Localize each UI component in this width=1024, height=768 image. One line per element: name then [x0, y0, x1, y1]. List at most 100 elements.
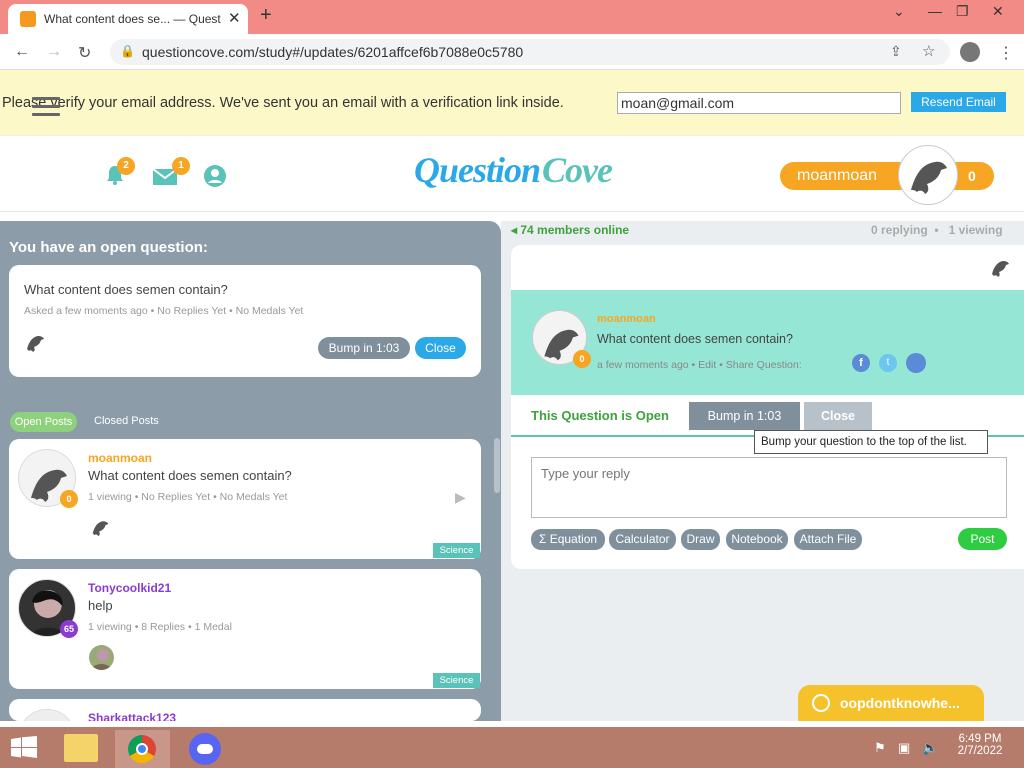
header-avatar[interactable] — [898, 145, 958, 205]
bump-tooltip: Bump your question to the top of the lis… — [754, 430, 988, 454]
network-icon[interactable]: ▣ — [898, 740, 910, 756]
tab-open-posts[interactable]: Open Posts — [10, 412, 77, 432]
calculator-button[interactable]: Calculator — [609, 529, 676, 550]
replier-avatar — [89, 645, 114, 670]
post-author[interactable]: Sharkattack123 — [88, 711, 176, 721]
facebook-share-icon[interactable]: f — [852, 354, 870, 372]
taskbar-clock[interactable]: 6:49 PM 2/7/2022 — [950, 733, 1010, 757]
restore-icon[interactable]: ❐ — [956, 3, 969, 20]
email-field[interactable] — [617, 92, 901, 114]
chrome-icon — [128, 735, 156, 763]
question-text: What content does semen contain? — [597, 332, 793, 346]
chat-link-icon — [812, 694, 830, 712]
post-text: help — [88, 598, 113, 613]
browser-menu-icon[interactable]: ⋮ — [998, 43, 1014, 63]
open-question-text: What content does semen contain? — [24, 282, 228, 297]
attach-file-button[interactable]: Attach File — [794, 529, 862, 550]
lock-icon: 🔒 — [120, 44, 135, 58]
messages-badge: 1 — [172, 157, 190, 175]
bump-button[interactable]: Bump in 1:03 — [318, 337, 410, 359]
draw-button[interactable]: Draw — [681, 529, 720, 550]
post-meta: 1 viewing • No Replies Yet • No Medals Y… — [88, 491, 288, 503]
questioncove-logo[interactable]: Question Cove — [414, 146, 614, 196]
post-text: What content does semen contain? — [88, 468, 292, 483]
question-header: 0 moanmoan What content does semen conta… — [511, 290, 1024, 395]
viewing-count: 1 viewing — [948, 223, 1003, 237]
dolphin-avatar-icon — [23, 327, 49, 353]
notifications-badge: 2 — [117, 157, 135, 175]
flag-icon[interactable]: ⚑ — [874, 740, 886, 756]
file-explorer-icon[interactable] — [64, 734, 98, 762]
replying-count: 0 replying — [871, 223, 928, 237]
svg-text:Question: Question — [414, 150, 540, 190]
clock-date: 2/7/2022 — [957, 745, 1003, 757]
verify-message: Please verify your email address. We've … — [2, 95, 564, 111]
questioncove-favicon-icon — [20, 11, 36, 27]
post-card[interactable]: Sharkattack123 — [9, 699, 481, 721]
profile-user-icon[interactable] — [203, 164, 227, 188]
verify-email-banner: Please verify your email address. We've … — [0, 70, 1024, 136]
svg-text:Cove: Cove — [542, 150, 613, 190]
post-subject-tag: Science — [433, 543, 480, 558]
post-reply-button[interactable]: Post — [958, 528, 1007, 550]
post-avatar — [18, 709, 76, 721]
question-level-badge: 0 — [573, 350, 591, 368]
post-card[interactable]: 65 Tonycoolkid21 help 1 viewing • 8 Repl… — [9, 569, 481, 689]
question-status: This Question is Open — [531, 408, 669, 423]
equation-button[interactable]: Σ Equation — [531, 529, 605, 550]
reload-icon[interactable]: ↻ — [78, 43, 91, 63]
post-level-badge: 65 — [60, 620, 78, 638]
bump-question-button[interactable]: Bump in 1:03 — [689, 402, 800, 430]
hamburger-menu-icon[interactable] — [32, 97, 60, 119]
chrome-taskbar-item[interactable] — [115, 730, 170, 768]
open-question-meta: Asked a few moments ago • No Replies Yet… — [24, 305, 304, 317]
members-online[interactable]: ◂ 74 members online — [511, 223, 629, 237]
share-users-icon[interactable] — [906, 353, 926, 373]
activity-status: 0 replying • 1 viewing — [871, 223, 1003, 237]
post-author[interactable]: Tonycoolkid21 — [88, 581, 171, 595]
clock-time: 6:49 PM — [958, 733, 1002, 745]
members-online-text: 74 members online — [520, 223, 630, 237]
post-card[interactable]: 0 moanmoan What content does semen conta… — [9, 439, 481, 559]
post-meta: 1 viewing • 8 Replies • 1 Medal — [88, 621, 232, 633]
question-meta: a few moments ago • Edit • Share Questio… — [597, 359, 802, 371]
new-tab-icon[interactable]: + — [260, 4, 272, 27]
user-pill[interactable]: moanmoan 0 — [780, 162, 994, 190]
volume-muted-icon[interactable]: 🔈 — [922, 740, 938, 756]
tab-search-chevron-icon[interactable]: ⌄ — [893, 3, 905, 20]
forward-icon[interactable]: → — [46, 43, 62, 61]
close-tab-icon[interactable]: ✕ — [228, 9, 241, 27]
close-question-button[interactable]: Close — [804, 402, 872, 430]
open-question-heading: You have an open question: — [9, 239, 208, 256]
browser-tab[interactable]: What content does se... — Quest ✕ — [8, 4, 248, 34]
chat-name: oopdontknowhe... — [840, 695, 960, 711]
dolphin-avatar-icon — [988, 252, 1014, 278]
dolphin-avatar-icon — [89, 513, 113, 537]
notebook-button[interactable]: Notebook — [726, 529, 788, 550]
close-question-button[interactable]: Close — [415, 337, 466, 359]
chat-tab[interactable]: oopdontknowhe... — [798, 685, 984, 721]
header-username: moanmoan — [797, 167, 878, 184]
question-author[interactable]: moanmoan — [597, 313, 656, 325]
open-question-card[interactable]: What content does semen contain? Asked a… — [9, 265, 481, 377]
play-arrow-icon[interactable]: ▶ — [455, 489, 466, 506]
reply-input[interactable] — [531, 457, 1007, 518]
tab-title: What content does se... — Quest — [44, 12, 221, 26]
omnibox[interactable]: 🔒 questioncove.com/study#/updates/6201af… — [110, 39, 950, 65]
profile-icon[interactable] — [960, 42, 980, 62]
url-text: questioncove.com/study#/updates/6201affc… — [142, 44, 524, 60]
twitter-share-icon[interactable]: t — [879, 354, 897, 372]
share-icon[interactable]: ⇪ — [890, 43, 902, 60]
discord-icon[interactable] — [189, 733, 221, 765]
post-level-badge: 0 — [60, 490, 78, 508]
resend-email-button[interactable]: Resend Email — [911, 92, 1006, 112]
tab-closed-posts[interactable]: Closed Posts — [94, 415, 159, 427]
close-window-icon[interactable]: ✕ — [992, 3, 1004, 20]
header-score: 0 — [968, 168, 976, 184]
windows-start-icon[interactable] — [11, 736, 37, 758]
bookmark-star-icon[interactable]: ☆ — [922, 42, 935, 60]
minimize-icon[interactable]: — — [928, 3, 942, 19]
post-author[interactable]: moanmoan — [88, 451, 152, 465]
back-icon[interactable]: ← — [14, 43, 30, 61]
left-panel-scrollbar[interactable] — [494, 438, 500, 493]
